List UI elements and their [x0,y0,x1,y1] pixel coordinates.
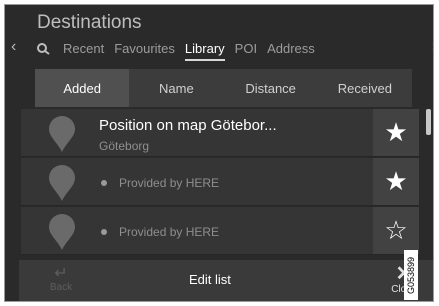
sort-name[interactable]: Name [129,69,223,107]
destination-tabs: Recent Favourites Library POI Address [35,38,325,61]
back-icon: ↵ [54,265,68,282]
scrollbar[interactable] [426,109,431,135]
tab-library[interactable]: Library [184,41,225,61]
map-pin-icon [46,164,78,202]
provider-label: Provided by HERE [119,176,220,190]
edit-list-button[interactable]: Edit list [189,272,231,287]
next-arrow-icon[interactable]: › [432,38,433,56]
back-button[interactable]: ↵ Back [41,265,81,294]
sort-added[interactable]: Added [35,69,130,107]
list-item[interactable]: Provided by HERE ☆ [21,207,419,255]
tab-poi[interactable]: POI [235,41,257,56]
bullet-dot [101,180,107,186]
tab-recent[interactable]: Recent [63,41,104,56]
navigation-screen: Destinations ‹ Recent Favourites Library… [4,4,434,302]
sort-received[interactable]: Received [318,69,412,107]
page-title: Destinations [37,12,142,33]
destination-city: Göteborg [99,139,150,153]
favourite-star-outline-icon[interactable]: ☆ [373,207,419,254]
sort-tabs: Added Name Distance Received [35,69,412,107]
previous-arrow-icon[interactable]: ‹ [11,38,16,56]
tab-address[interactable]: Address [267,41,315,56]
map-pin-icon [46,213,78,251]
favourite-star-icon[interactable]: ★ [373,158,419,205]
map-pin-icon [46,115,78,153]
provider-label: Provided by HERE [119,225,220,239]
list-item[interactable]: Position on map Götebor... Göteborg ★ [21,109,419,157]
tab-favourites[interactable]: Favourites [114,41,175,56]
favourite-star-icon[interactable]: ★ [373,109,419,156]
destination-title: Position on map Götebor... [99,117,277,134]
search-icon[interactable] [35,39,53,57]
bottom-bar: ↵ Back Edit list ✕ Close [19,260,433,301]
list-item[interactable]: Provided by HERE ★ [21,158,419,206]
bullet-dot [101,229,107,235]
destination-list: Position on map Götebor... Göteborg ★ Pr… [21,109,419,255]
image-code: G053899 [404,250,418,300]
back-label: Back [49,282,73,293]
sort-distance[interactable]: Distance [224,69,318,107]
